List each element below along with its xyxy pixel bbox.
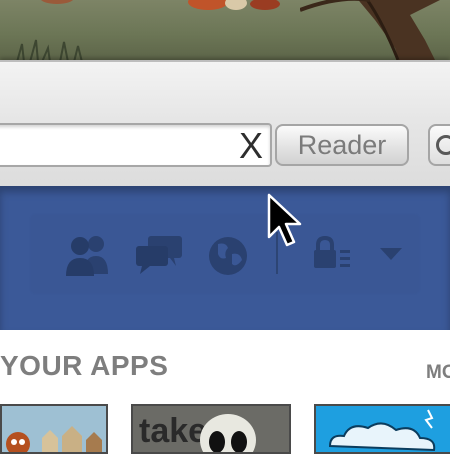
app-tile[interactable]: take xyxy=(131,404,291,454)
notifications-globe-icon[interactable] xyxy=(206,234,250,278)
clear-url-button[interactable]: X xyxy=(238,128,264,164)
tree-illustration xyxy=(300,0,440,62)
address-bar[interactable] xyxy=(0,123,272,167)
friend-requests-icon[interactable] xyxy=(62,232,114,276)
app-tile[interactable] xyxy=(0,404,108,454)
privacy-lock-icon[interactable] xyxy=(312,236,352,270)
grass-tufts xyxy=(16,39,83,62)
download-button[interactable] xyxy=(428,124,450,166)
reader-button[interactable]: Reader xyxy=(275,124,409,166)
messages-icon[interactable] xyxy=(134,234,186,276)
cloud-app-thumbnail xyxy=(316,406,450,452)
desktop-wallpaper xyxy=(0,0,450,62)
account-dropdown-icon[interactable] xyxy=(378,246,404,262)
take-app-thumbnail xyxy=(200,414,256,452)
app-tile[interactable] xyxy=(314,404,450,454)
your-apps-heading: YOUR APPS xyxy=(0,350,169,381)
mouse-cursor-icon xyxy=(267,193,302,247)
game-app-thumbnail xyxy=(2,406,106,452)
download-icon xyxy=(436,135,450,155)
more-link[interactable]: MO xyxy=(426,362,450,384)
